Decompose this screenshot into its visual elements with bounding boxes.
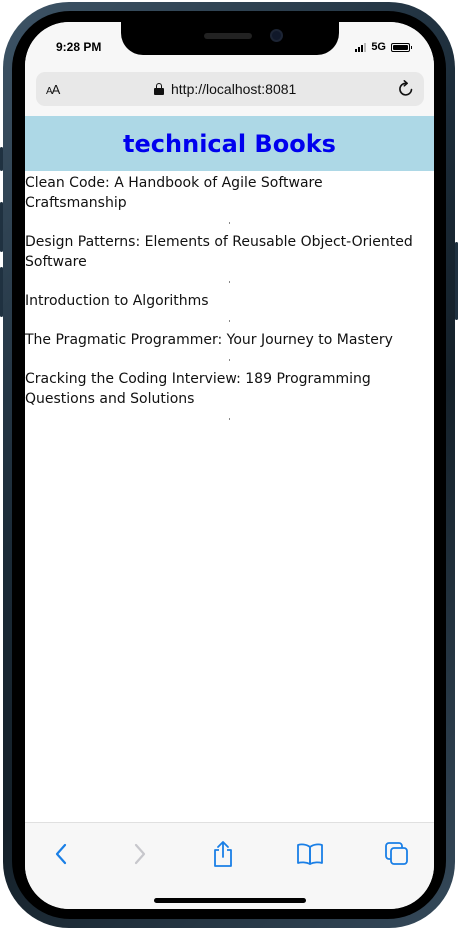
status-indicators: 5G	[355, 41, 412, 53]
speaker-grille	[204, 33, 252, 39]
book-list: Clean Code: A Handbook of Agile Software…	[25, 171, 434, 426]
tabs-icon[interactable]	[383, 840, 411, 868]
status-time: 9:28 PM	[56, 40, 102, 54]
separator-dot	[229, 359, 230, 361]
book-item: Design Patterns: Elements of Reusable Ob…	[25, 230, 434, 289]
separator-dot	[229, 281, 230, 283]
web-page: technical Books Clean Code: A Handbook o…	[25, 116, 434, 822]
notch	[121, 22, 339, 55]
browser-toolbar	[25, 822, 434, 909]
chevron-left-icon[interactable]	[47, 840, 75, 868]
book-icon[interactable]	[296, 840, 324, 868]
signal-icon	[355, 42, 367, 52]
book-title: Design Patterns: Elements of Reusable Ob…	[25, 234, 413, 270]
book-title: Cracking the Coding Interview: 189 Progr…	[25, 371, 371, 407]
phone-screen: 9:28 PM 5G AA http://localhost:8081 tech…	[25, 22, 434, 909]
front-camera	[270, 29, 283, 42]
power-button	[455, 242, 458, 320]
home-indicator[interactable]	[154, 898, 306, 903]
book-title: Clean Code: A Handbook of Agile Software…	[25, 175, 323, 211]
book-item: Introduction to Algorithms	[25, 289, 434, 328]
reload-icon[interactable]	[396, 79, 416, 99]
reader-settings-button[interactable]: AA	[46, 82, 60, 97]
chevron-right-icon[interactable]	[126, 840, 154, 868]
volume-down-button	[0, 267, 3, 317]
url-display[interactable]: http://localhost:8081	[154, 81, 296, 97]
lock-icon	[154, 83, 164, 95]
page-header: technical Books	[25, 116, 434, 171]
volume-up-button	[0, 202, 3, 252]
separator-dot	[229, 418, 230, 420]
page-title: technical Books	[123, 129, 336, 158]
separator-dot	[229, 222, 230, 224]
address-bar[interactable]: AA http://localhost:8081	[36, 72, 424, 106]
separator-dot	[229, 320, 230, 322]
book-item: Cracking the Coding Interview: 189 Progr…	[25, 367, 434, 426]
url-text: http://localhost:8081	[171, 81, 297, 97]
book-item: Clean Code: A Handbook of Agile Software…	[25, 171, 434, 230]
book-item: The Pragmatic Programmer: Your Journey t…	[25, 328, 434, 367]
network-label: 5G	[371, 41, 386, 53]
book-title: The Pragmatic Programmer: Your Journey t…	[25, 332, 393, 348]
silent-switch	[0, 147, 3, 171]
share-icon[interactable]	[209, 840, 237, 868]
battery-icon	[391, 42, 412, 52]
browser-address-area: AA http://localhost:8081	[25, 70, 434, 116]
book-title: Introduction to Algorithms	[25, 293, 209, 309]
